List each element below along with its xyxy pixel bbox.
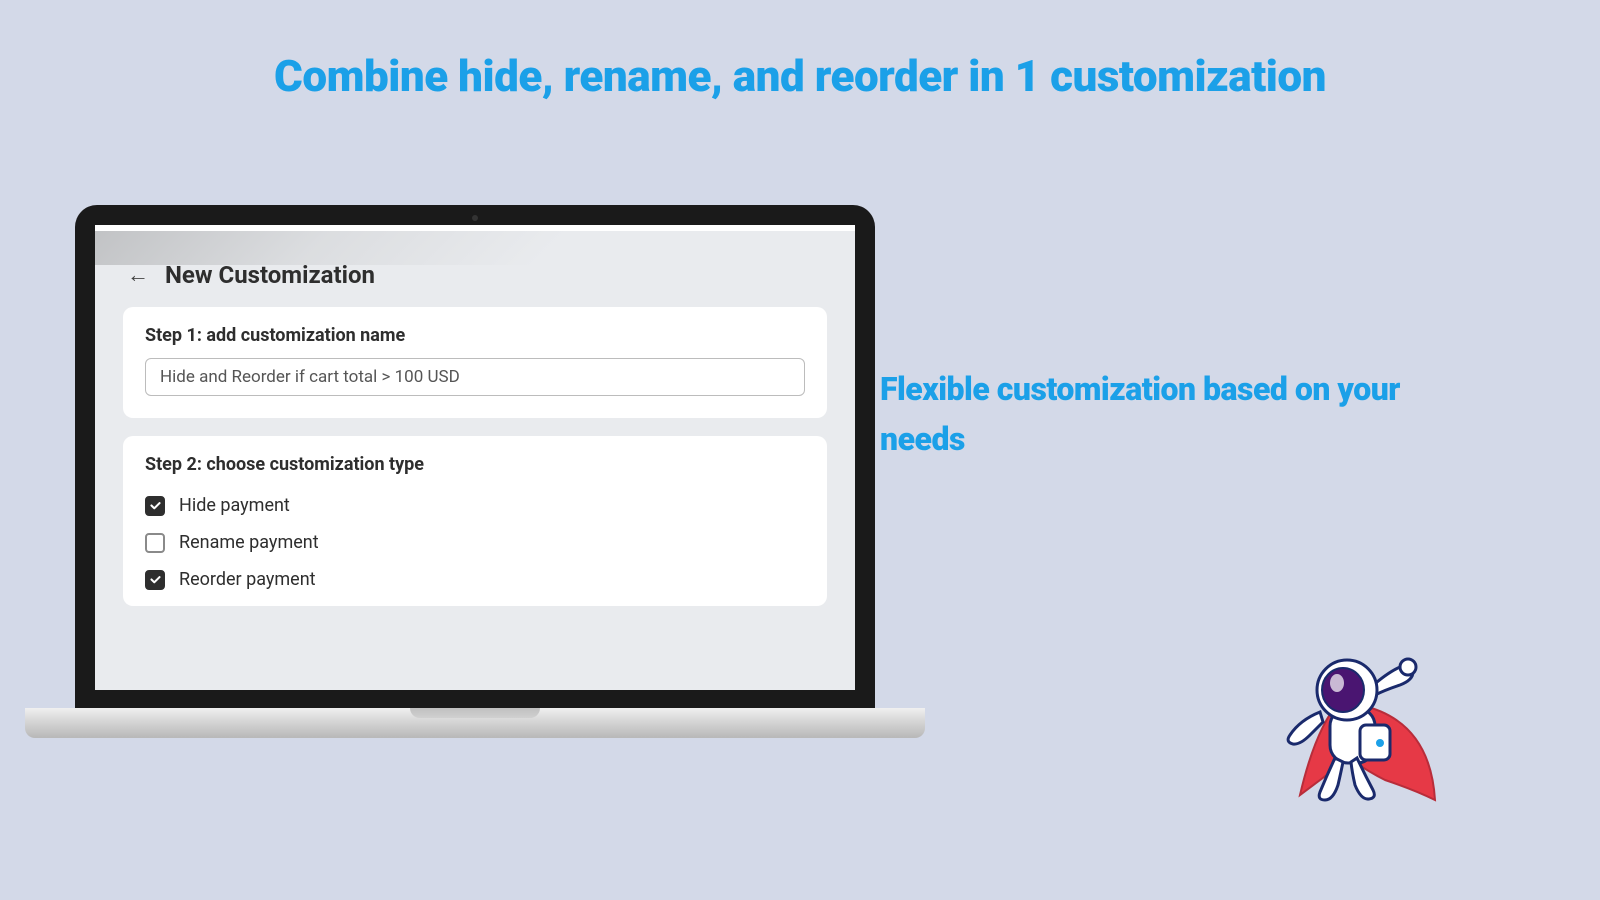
laptop-bezel: ← New Customization Step 1: add customiz…: [75, 205, 875, 708]
rename-payment-label: Rename payment: [179, 532, 319, 553]
checkbox-row-rename: Rename payment: [145, 524, 805, 561]
customization-name-input[interactable]: [145, 358, 805, 396]
laptop-notch: [410, 708, 540, 718]
screen-header: ← New Customization: [95, 231, 855, 307]
reorder-payment-label: Reorder payment: [179, 569, 316, 590]
back-arrow-icon[interactable]: ←: [127, 262, 149, 288]
laptop-base: [25, 708, 925, 738]
reorder-payment-checkbox[interactable]: [145, 570, 165, 590]
checkbox-row-reorder: Reorder payment: [145, 561, 805, 598]
laptop-screen: ← New Customization Step 1: add customiz…: [95, 225, 855, 690]
laptop-mockup: ← New Customization Step 1: add customiz…: [75, 205, 875, 738]
step2-card: Step 2: choose customization type Hide p…: [123, 436, 827, 606]
astronaut-mascot-icon: [1265, 650, 1445, 820]
step1-label: Step 1: add customization name: [145, 325, 805, 346]
main-heading: Combine hide, rename, and reorder in 1 c…: [0, 50, 1600, 102]
side-description: Flexible customization based on your nee…: [880, 365, 1430, 464]
step2-label: Step 2: choose customization type: [145, 454, 805, 475]
checkbox-row-hide: Hide payment: [145, 487, 805, 524]
hide-payment-checkbox[interactable]: [145, 496, 165, 516]
rename-payment-checkbox[interactable]: [145, 533, 165, 553]
page-title: New Customization: [165, 261, 375, 289]
hide-payment-label: Hide payment: [179, 495, 290, 516]
laptop-camera: [472, 215, 478, 221]
step1-card: Step 1: add customization name: [123, 307, 827, 418]
